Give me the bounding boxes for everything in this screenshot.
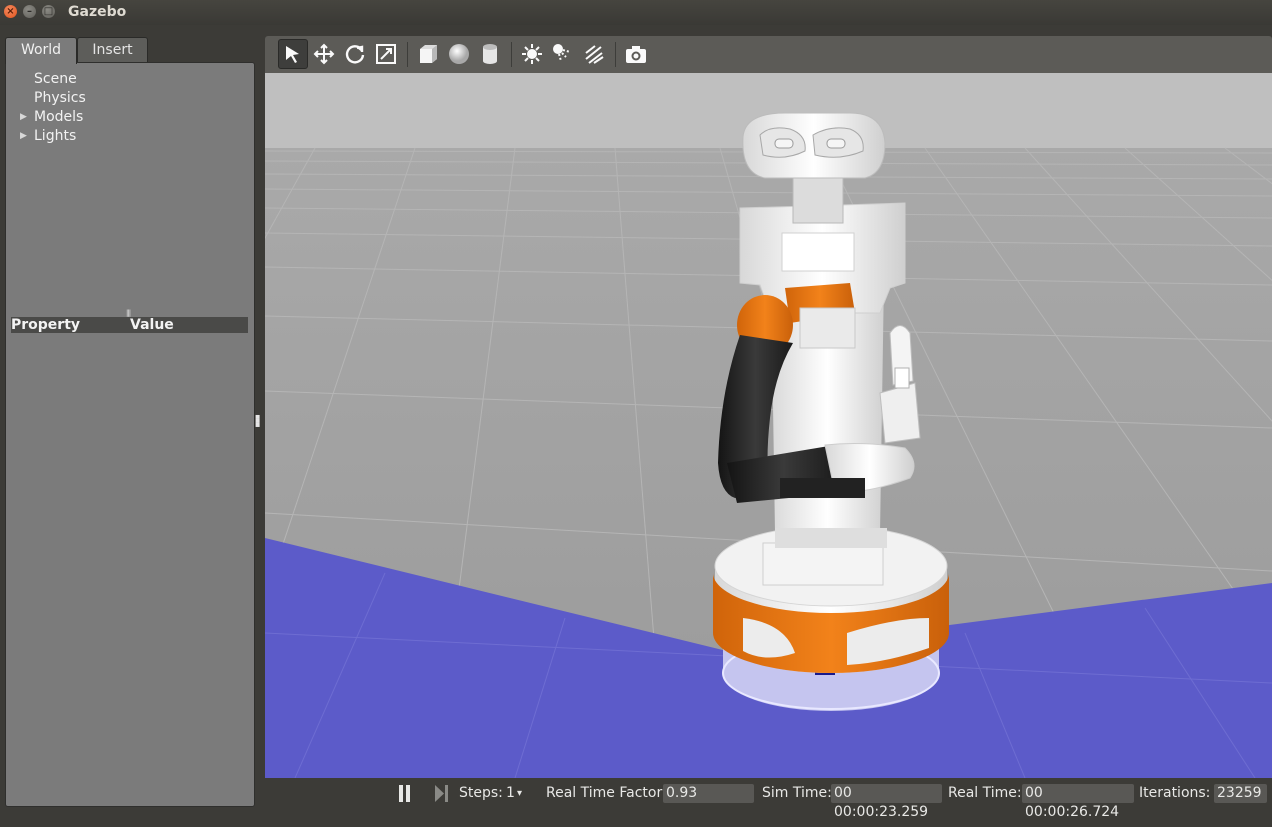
window-maximize-button[interactable]: □	[42, 5, 55, 18]
tree-item-label: Models	[34, 109, 84, 125]
translate-icon[interactable]	[309, 39, 339, 69]
real-time-label: Real Time:	[948, 785, 1022, 801]
cylinder-icon[interactable]	[475, 39, 505, 69]
select-icon[interactable]	[278, 39, 308, 69]
scene-viewport[interactable]	[265, 73, 1272, 778]
window-minimize-button[interactable]: –	[23, 5, 36, 18]
tree-item-physics[interactable]: Physics	[34, 89, 86, 108]
sim-time-label: Sim Time:	[762, 785, 832, 801]
left-panel: World Insert Scene Physics ▶ Models ▶ Li…	[0, 25, 262, 827]
panel-splitter-grip[interactable]: |||	[126, 310, 136, 317]
sphere-icon[interactable]	[444, 39, 474, 69]
window-close-button[interactable]: ×	[4, 5, 17, 18]
window-titlebar: × – □ Gazebo	[0, 0, 1272, 25]
box-icon[interactable]	[413, 39, 443, 69]
point-light-icon[interactable]	[517, 39, 547, 69]
toolbar-separator	[615, 42, 616, 67]
directional-light-icon[interactable]	[579, 39, 609, 69]
window-title: Gazebo	[68, 4, 127, 20]
expand-arrow-icon[interactable]: ▶	[20, 127, 27, 146]
screenshot-icon[interactable]	[621, 39, 651, 69]
tree-item-models[interactable]: ▶ Models	[20, 108, 84, 127]
tree-item-scene[interactable]: Scene	[34, 70, 77, 89]
column-header-value[interactable]: Value	[130, 317, 174, 333]
scale-icon[interactable]	[371, 39, 401, 69]
main-toolbar	[265, 36, 1272, 73]
iterations-label: Iterations:	[1139, 785, 1211, 801]
step-icon[interactable]	[434, 785, 450, 802]
spot-light-icon[interactable]	[548, 39, 578, 69]
sim-time-field: 00 00:00:23.259	[831, 784, 942, 820]
toolbar-separator	[407, 42, 408, 67]
steps-dropdown-icon[interactable]: ▾	[517, 788, 522, 799]
tab-world[interactable]: World	[5, 37, 77, 64]
steps-value[interactable]: 1	[506, 785, 515, 801]
simulation-status-bar: Steps: 1 ▾ Real Time Factor: 0.93 Sim Ti…	[265, 779, 1272, 820]
world-tree-panel: Scene Physics ▶ Models ▶ Lights ||| Prop…	[5, 62, 255, 807]
tree-item-label: Lights	[34, 128, 77, 144]
rotate-icon[interactable]	[340, 39, 370, 69]
real-time-factor-field: 0.93	[663, 784, 754, 803]
steps-label: Steps:	[459, 785, 503, 801]
arm-gripper	[879, 382, 921, 444]
real-time-field: 00 00:00:26.724	[1022, 784, 1134, 820]
expand-arrow-icon[interactable]: ▶	[20, 108, 27, 127]
tree-item-label: Scene	[34, 71, 77, 87]
tab-insert[interactable]: Insert	[77, 37, 148, 63]
pause-icon[interactable]	[398, 785, 412, 802]
tree-item-label: Physics	[34, 90, 86, 106]
iterations-field: 23259	[1214, 784, 1267, 803]
toolbar-separator	[511, 42, 512, 67]
real-time-factor-label: Real Time Factor:	[546, 785, 667, 801]
tree-item-lights[interactable]: ▶ Lights	[20, 127, 77, 146]
column-header-property[interactable]: Property	[11, 317, 80, 333]
panel-resize-handle[interactable]: ▪ ▪ ▪	[255, 413, 261, 429]
property-table-header: Property Value	[11, 317, 248, 333]
